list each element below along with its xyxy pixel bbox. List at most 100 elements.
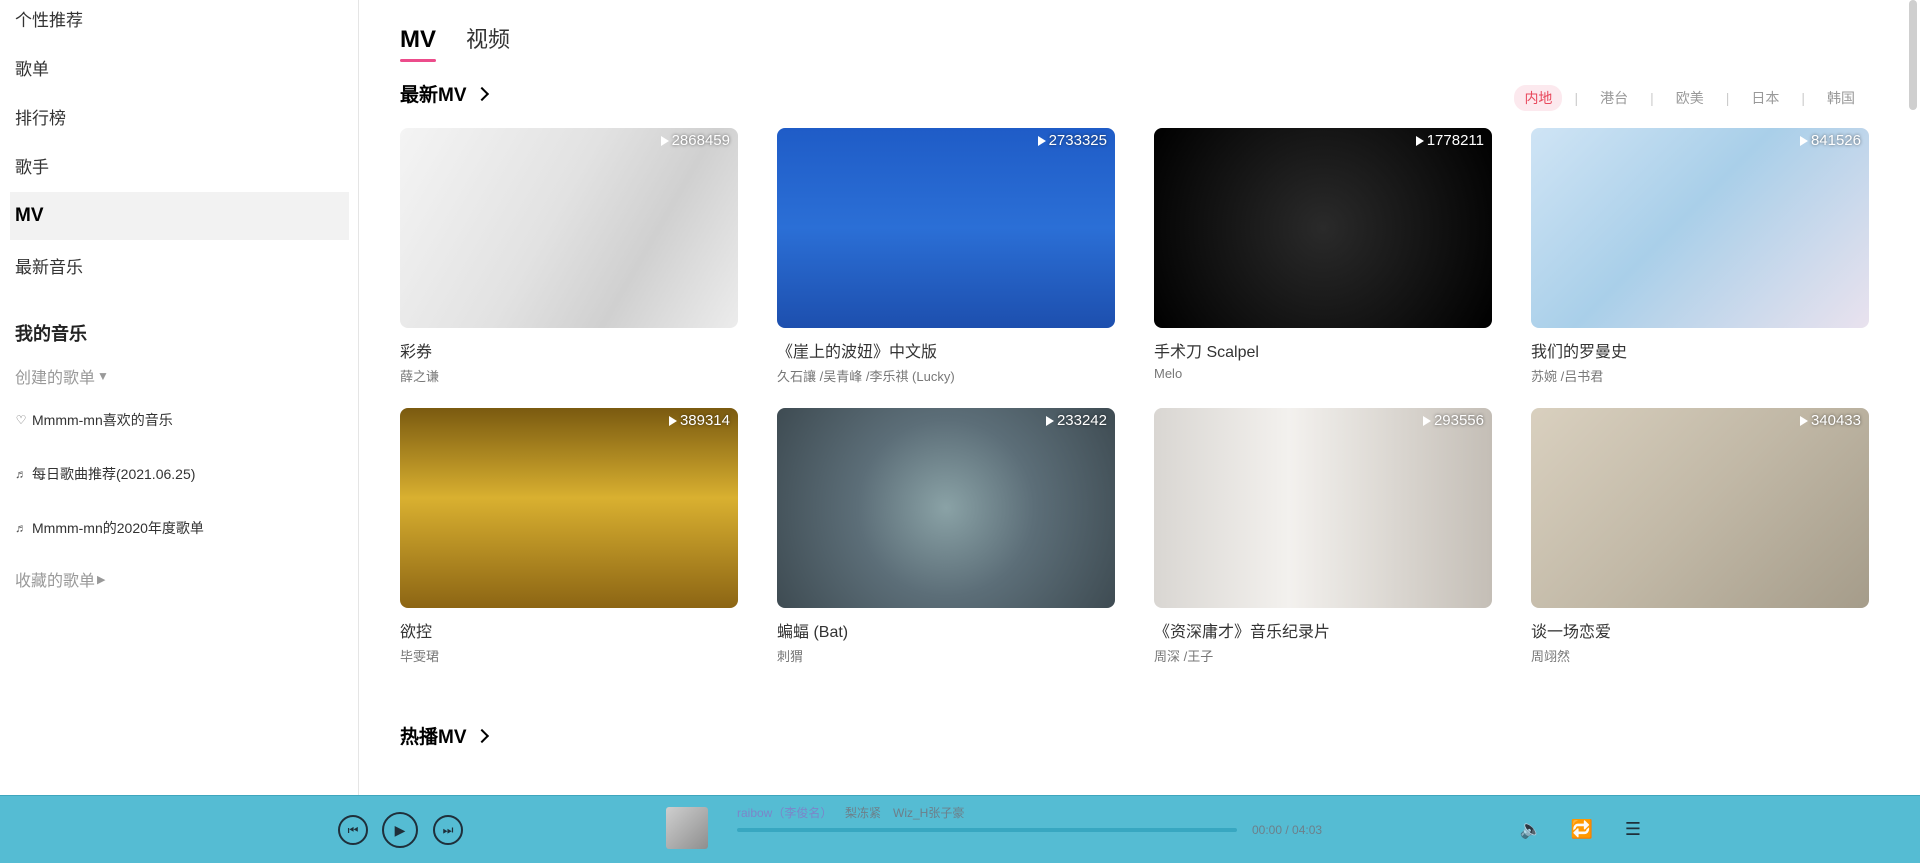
mv-artist[interactable]: 刺猬 bbox=[777, 646, 1115, 665]
playlist-icon: ☰ bbox=[1624, 818, 1642, 839]
play-icon: ▶ bbox=[394, 821, 406, 838]
region-mainland[interactable]: 内地 bbox=[1514, 85, 1563, 111]
tab-mv[interactable]: MV bbox=[400, 26, 436, 62]
mv-thumbnail[interactable]: 841526 bbox=[1531, 128, 1869, 328]
play-count: 233242 bbox=[1045, 412, 1107, 429]
mv-thumbnail[interactable]: 2868459 bbox=[400, 128, 738, 328]
mv-card[interactable]: 2733325 《崖上的波妞》中文版 久石讓 /吴青峰 /李乐祺 (Lucky) bbox=[777, 128, 1115, 385]
tab-video[interactable]: 视频 bbox=[466, 22, 510, 60]
hot-mv-heading[interactable]: 热播MV bbox=[400, 722, 489, 749]
nav-item-mv[interactable]: MV bbox=[10, 192, 349, 240]
progress-bar[interactable] bbox=[737, 828, 1237, 832]
mv-thumbnail[interactable]: 2733325 bbox=[777, 128, 1115, 328]
playlist-label: 每日歌曲推荐(2021.06.25) bbox=[32, 466, 196, 482]
playlist-item[interactable]: ♬ Mmmm-mn的2020年度歌单 bbox=[15, 518, 204, 538]
mv-artist[interactable]: 毕雯珺 bbox=[400, 646, 738, 665]
mv-card[interactable]: 340433 谈一场恋爱 周翊然 bbox=[1531, 408, 1869, 665]
playlist-label: Mmmm-mn喜欢的音乐 bbox=[32, 412, 173, 428]
nav-item-charts[interactable]: 排行榜 bbox=[10, 92, 349, 140]
play-icon bbox=[1799, 415, 1808, 426]
hot-mv-title: 热播MV bbox=[400, 727, 467, 748]
mv-artist[interactable]: 薛之谦 bbox=[400, 366, 738, 385]
nav-item-new-music[interactable]: 最新音乐 bbox=[10, 241, 349, 289]
playlist-item[interactable]: ♡ Mmmm-mn喜欢的音乐 bbox=[15, 410, 173, 430]
divider: | bbox=[1801, 90, 1805, 106]
time-display: 00:00 / 04:03 bbox=[1252, 823, 1323, 837]
caret-down-icon: ▼ bbox=[97, 369, 109, 383]
scrollbar-thumb[interactable] bbox=[1909, 0, 1917, 110]
mv-thumbnail[interactable]: 233242 bbox=[777, 408, 1115, 608]
mv-title[interactable]: 彩券 bbox=[400, 338, 738, 362]
sidebar: 个性推荐 歌单 排行榜 歌手 MV 最新音乐 我的音乐 创建的歌单 ▼ ♡ Mm… bbox=[0, 0, 359, 795]
album-cover[interactable] bbox=[666, 807, 708, 849]
play-icon bbox=[1045, 415, 1054, 426]
my-music-title: 我的音乐 bbox=[15, 324, 87, 344]
collected-playlists-label: 收藏的歌单 bbox=[15, 573, 96, 590]
nav-item-artists[interactable]: 歌手 bbox=[10, 141, 349, 189]
region-korea[interactable]: 韩国 bbox=[1817, 85, 1865, 111]
play-count: 389314 bbox=[668, 412, 730, 429]
skip-back-icon: ⏮ bbox=[347, 822, 359, 837]
play-icon bbox=[1037, 135, 1046, 146]
mv-thumbnail[interactable]: 389314 bbox=[400, 408, 738, 608]
playlist-item[interactable]: ♬ 每日歌曲推荐(2021.06.25) bbox=[15, 464, 195, 484]
chevron-right-icon bbox=[474, 86, 489, 101]
region-japan[interactable]: 日本 bbox=[1741, 85, 1789, 111]
mv-card[interactable]: 1778211 手术刀 Scalpel Melo bbox=[1154, 128, 1492, 381]
mv-thumbnail[interactable]: 1778211 bbox=[1154, 128, 1492, 328]
playlist-label: Mmmm-mn的2020年度歌单 bbox=[32, 520, 204, 536]
mv-title[interactable]: 《崖上的波妞》中文版 bbox=[777, 338, 1115, 362]
mv-artist[interactable]: 苏婉 /吕书君 bbox=[1531, 366, 1869, 385]
next-button[interactable]: ⏭ bbox=[433, 815, 463, 845]
volume-icon: 🔈 bbox=[1519, 818, 1543, 839]
chevron-right-icon bbox=[474, 728, 489, 743]
play-count: 293556 bbox=[1422, 412, 1484, 429]
created-playlists-label: 创建的歌单 bbox=[15, 370, 96, 387]
region-western[interactable]: 欧美 bbox=[1666, 85, 1714, 111]
play-button[interactable]: ▶ bbox=[382, 812, 418, 848]
collected-playlists-toggle[interactable]: 收藏的歌单 ▶ bbox=[15, 567, 105, 591]
latest-mv-heading[interactable]: 最新MV bbox=[400, 80, 489, 107]
player-bar: ⏮ ▶ ⏭ raibow（李俊名） 梨冻紧 Wiz_H张子豪 00:00 / 0… bbox=[0, 795, 1920, 863]
mv-card[interactable]: 841526 我们的罗曼史 苏婉 /吕书君 bbox=[1531, 128, 1869, 385]
mv-thumbnail[interactable]: 340433 bbox=[1531, 408, 1869, 608]
mv-artist[interactable]: 周深 /王子 bbox=[1154, 646, 1492, 665]
mv-title[interactable]: 欲控 bbox=[400, 618, 738, 642]
main-scrollbar[interactable] bbox=[1905, 0, 1920, 795]
caret-right-icon: ▶ bbox=[97, 573, 106, 586]
mv-artist[interactable]: 周翊然 bbox=[1531, 646, 1869, 665]
play-count: 841526 bbox=[1799, 132, 1861, 149]
tab-bar: MV 视频 bbox=[400, 22, 510, 62]
mv-title[interactable]: 谈一场恋爱 bbox=[1531, 618, 1869, 642]
divider: | bbox=[1725, 90, 1730, 106]
mv-artist[interactable]: Melo bbox=[1154, 366, 1492, 381]
mv-title[interactable]: 手术刀 Scalpel bbox=[1154, 338, 1492, 362]
mv-card[interactable]: 293556 《资深庸才》音乐纪录片 周深 /王子 bbox=[1154, 408, 1492, 665]
region-hk-tw[interactable]: 港台 bbox=[1590, 85, 1638, 111]
mv-artist[interactable]: 久石讓 /吴青峰 /李乐祺 (Lucky) bbox=[777, 366, 1115, 385]
play-count: 2868459 bbox=[660, 132, 730, 149]
mv-card[interactable]: 233242 蝙蝠 (Bat) 刺猬 bbox=[777, 408, 1115, 665]
repeat-button[interactable]: 🔁 bbox=[1569, 816, 1595, 842]
repeat-icon: 🔁 bbox=[1570, 818, 1594, 839]
song-title[interactable]: raibow（李俊名） bbox=[737, 804, 832, 821]
heart-icon: ♡ bbox=[15, 413, 27, 427]
mv-card[interactable]: 389314 欲控 毕雯珺 bbox=[400, 408, 738, 665]
song-artist[interactable]: 梨冻紧 Wiz_H张子豪 bbox=[845, 804, 964, 821]
region-filter: 内地 | 港台 | 欧美 | 日本 | 韩国 bbox=[1514, 85, 1865, 111]
created-playlists-toggle[interactable]: 创建的歌单 ▼ bbox=[15, 364, 109, 388]
play-count: 1778211 bbox=[1415, 132, 1484, 149]
volume-button[interactable]: 🔈 bbox=[1518, 816, 1544, 842]
mv-title[interactable]: 我们的罗曼史 bbox=[1531, 338, 1869, 362]
music-list-icon: ♬ bbox=[15, 467, 27, 481]
divider: | bbox=[1650, 90, 1654, 106]
mv-title[interactable]: 《资深庸才》音乐纪录片 bbox=[1154, 618, 1492, 642]
playlist-button[interactable]: ☰ bbox=[1620, 816, 1646, 842]
mv-card[interactable]: 2868459 彩券 薛之谦 bbox=[400, 128, 738, 385]
previous-button[interactable]: ⏮ bbox=[338, 815, 368, 845]
nav-item-playlists[interactable]: 歌单 bbox=[10, 43, 349, 91]
mv-title[interactable]: 蝙蝠 (Bat) bbox=[777, 618, 1115, 642]
mv-thumbnail[interactable]: 293556 bbox=[1154, 408, 1492, 608]
nav-item-recommend[interactable]: 个性推荐 bbox=[10, 0, 349, 42]
music-list-icon: ♬ bbox=[15, 521, 27, 535]
